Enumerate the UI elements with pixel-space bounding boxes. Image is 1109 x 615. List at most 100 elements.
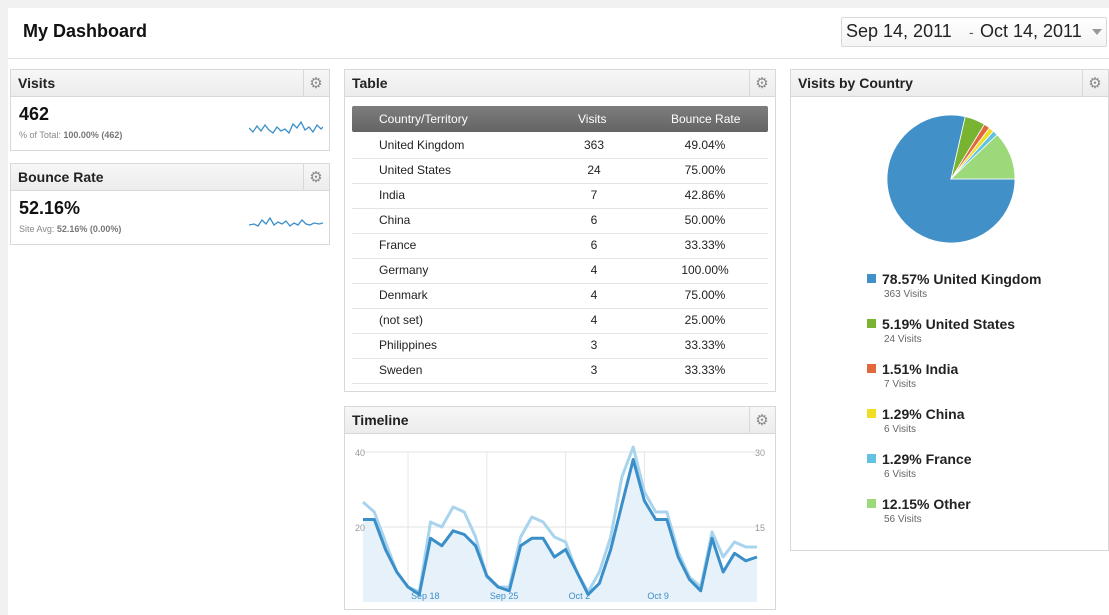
table-row[interactable]: United Kingdom 363 49.04% [352, 133, 768, 159]
legend-country: United States [925, 316, 1016, 332]
legend-country: Other [933, 496, 971, 512]
table-row[interactable]: Denmark 4 75.00% [352, 283, 768, 309]
timeline-x-tick-label: Oct 9 [647, 591, 669, 601]
timeline-y-tick-label: 30 [755, 448, 765, 458]
timeline-y-tick-label: 20 [355, 523, 365, 533]
table-row[interactable]: France 6 33.33% [352, 233, 768, 259]
legend-label: 5.19% United States [882, 316, 1015, 332]
table-row[interactable]: United States 24 75.00% [352, 158, 768, 184]
cell-country: Germany [379, 263, 429, 277]
cell-bounce-rate: 25.00% [684, 313, 726, 327]
cell-visits: 24 [587, 163, 601, 177]
dashboard-page: My Dashboard Sep 14, 2011 - Oct 14, 2011… [8, 8, 1109, 615]
table-row[interactable]: Sweden 3 33.33% [352, 358, 768, 384]
legend-percent: 1.51% [882, 361, 922, 377]
column-header-country[interactable]: Country/Territory [379, 112, 468, 126]
legend-label: 1.51% India [882, 361, 958, 377]
cell-country: Philippines [379, 338, 438, 352]
date-range-separator: - [969, 24, 974, 40]
bounce-rate-sparkline [249, 216, 323, 227]
widget-header: Timeline ⚙ [345, 407, 775, 434]
widget-title: Visits by Country [798, 75, 913, 91]
widget-header: Table ⚙ [345, 70, 775, 97]
cell-visits: 4 [590, 313, 598, 327]
gear-icon[interactable]: ⚙ [303, 164, 328, 190]
widget-title: Table [352, 75, 388, 91]
visits-sparkline [249, 120, 323, 135]
visits-widget: Visits ⚙ 462 % of Total: 100.00% (462) [10, 69, 330, 151]
legend-percent: 1.29% [882, 451, 922, 467]
table-row[interactable]: China 6 50.00% [352, 208, 768, 234]
gear-icon[interactable]: ⚙ [749, 407, 774, 433]
cell-visits: 4 [590, 288, 598, 302]
column-header-bounce-rate[interactable]: Bounce Rate [671, 112, 740, 126]
cell-visits: 4 [590, 263, 598, 277]
cell-bounce-rate: 75.00% [684, 288, 726, 302]
page-title: My Dashboard [23, 21, 148, 41]
timeline-chart: 20 40 15 30 Sep 18 Sep 25 Oct 2 Oct 9 [355, 445, 765, 602]
cell-country: France [379, 238, 417, 252]
widget-header: Visits by Country ⚙ [791, 70, 1108, 97]
gear-icon[interactable]: ⚙ [749, 70, 774, 96]
cell-visits: 3 [590, 363, 598, 377]
legend-percent: 78.57% [882, 271, 930, 287]
legend-label: 1.29% France [882, 451, 972, 467]
cell-bounce-rate: 33.33% [684, 363, 726, 377]
gear-icon[interactable]: ⚙ [1082, 70, 1107, 96]
widget-header: Visits ⚙ [11, 70, 329, 97]
legend-swatch [867, 364, 876, 373]
legend-swatch [867, 319, 876, 328]
cell-country: United States [379, 163, 452, 177]
timeline-x-tick-label: Sep 18 [411, 591, 440, 601]
legend-country: India [925, 361, 959, 377]
table-row[interactable]: (not set) 4 25.00% [352, 308, 768, 334]
table-widget: Table ⚙ Country/Territory Visits Bounce … [344, 69, 776, 392]
legend-percent: 12.15% [882, 496, 930, 512]
legend-visits: 6 Visits [884, 424, 917, 435]
visits-subtext: % of Total: 100.00% (462) [19, 130, 123, 140]
timeline-y-tick-label: 15 [755, 523, 765, 533]
date-range-picker[interactable]: Sep 14, 2011 - Oct 14, 2011 [841, 17, 1107, 47]
cell-country: United Kingdom [379, 138, 465, 152]
table-row[interactable]: Philippines 3 33.33% [352, 333, 768, 359]
bounce-rate-widget: Bounce Rate ⚙ 52.16% Site Avg: 52.16% (0… [10, 163, 330, 245]
legend-swatch [867, 499, 876, 508]
date-range-start: Sep 14, 2011 [846, 21, 952, 41]
timeline-widget: Timeline ⚙ 20 40 15 30 Sep 18 Sep 25 Oct 2 Oct … [344, 406, 776, 610]
cell-bounce-rate: 33.33% [684, 338, 726, 352]
cell-country: Denmark [379, 288, 428, 302]
cell-bounce-rate: 49.04% [684, 138, 726, 152]
legend-country: France [925, 451, 972, 467]
cell-visits: 6 [590, 238, 598, 252]
legend-label: 78.57% United Kingdom [882, 271, 1041, 287]
legend-visits: 6 Visits [884, 469, 917, 480]
table-row[interactable]: India 7 42.86% [352, 183, 768, 209]
cell-bounce-rate: 50.00% [684, 213, 726, 227]
visits-by-country-widget: Visits by Country ⚙ 78.57% United Kingdo… [790, 69, 1109, 551]
table-header: Country/Territory Visits Bounce Rate [352, 106, 768, 132]
cell-visits: 3 [590, 338, 598, 352]
column-header-visits[interactable]: Visits [578, 112, 606, 126]
cell-visits: 7 [590, 188, 598, 202]
legend-country: United Kingdom [933, 271, 1042, 287]
chevron-down-icon[interactable] [1092, 29, 1102, 35]
widget-title: Timeline [352, 412, 409, 428]
widget-header: Bounce Rate ⚙ [11, 164, 329, 191]
gear-icon[interactable]: ⚙ [303, 70, 328, 96]
bounce-rate-subtext: Site Avg: 52.16% (0.00%) [19, 224, 122, 234]
timeline-y-tick-label: 40 [355, 448, 365, 458]
widget-title: Visits [18, 75, 56, 91]
cell-visits: 363 [583, 138, 605, 152]
timeline-x-tick-label: Oct 2 [569, 591, 591, 601]
table-row[interactable]: Germany 4 100.00% [352, 258, 768, 284]
cell-country: India [379, 188, 406, 202]
date-range-end: Oct 14, 2011 [980, 21, 1082, 41]
legend-label: 1.29% China [882, 406, 964, 422]
timeline-x-tick-label: Sep 25 [490, 591, 519, 601]
cell-bounce-rate: 42.86% [684, 188, 726, 202]
cell-bounce-rate: 33.33% [684, 238, 726, 252]
legend-visits: 363 Visits [884, 289, 928, 300]
legend-visits: 7 Visits [884, 379, 917, 390]
legend-swatch [867, 454, 876, 463]
legend-swatch [867, 274, 876, 283]
